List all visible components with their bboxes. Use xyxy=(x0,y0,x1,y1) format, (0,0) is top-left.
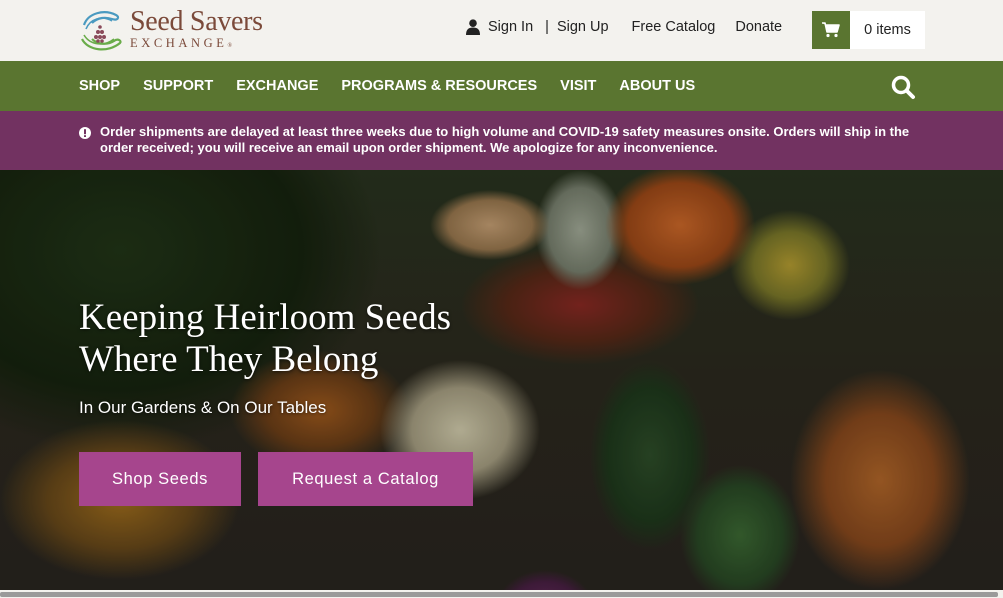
main-nav: SHOP SUPPORT EXCHANGE PROGRAMS & RESOURC… xyxy=(0,61,1003,111)
logo-subtitle: EXCHANGE® xyxy=(130,36,263,51)
nav-item-programs-resources[interactable]: PROGRAMS & RESOURCES xyxy=(341,78,537,94)
logo-subtitle-text: EXCHANGE xyxy=(130,36,228,50)
exclamation-circle-icon xyxy=(79,127,91,139)
hero-title-line-1: Keeping Heirloom Seeds xyxy=(79,297,451,338)
cart-count: 0 items xyxy=(850,11,925,49)
free-catalog-link[interactable]: Free Catalog xyxy=(632,19,716,35)
cart-icon-box xyxy=(812,11,850,49)
nav-item-visit[interactable]: VISIT xyxy=(560,78,596,94)
logo-hands-seeds-icon xyxy=(81,11,122,51)
cart-icon xyxy=(822,22,840,38)
sign-in-link[interactable]: Sign In xyxy=(488,19,533,35)
hero-subtitle: In Our Gardens & On Our Tables xyxy=(79,398,327,417)
search-icon[interactable] xyxy=(890,74,916,100)
donate-link[interactable]: Donate xyxy=(735,19,782,35)
registered-mark: ® xyxy=(227,43,233,49)
logo-title: Seed Savers xyxy=(130,6,263,37)
shipping-alert-banner: Order shipments are delayed at least thr… xyxy=(0,111,1003,170)
utility-links: Sign In | Sign Up Free Catalog Donate xyxy=(466,19,782,35)
request-catalog-button[interactable]: Request a Catalog xyxy=(258,452,473,506)
hero-title-line-2: Where They Belong xyxy=(79,339,379,380)
nav-item-support[interactable]: SUPPORT xyxy=(143,78,213,94)
shop-seeds-button[interactable]: Shop Seeds xyxy=(79,452,241,506)
site-logo[interactable]: Seed Savers EXCHANGE® xyxy=(78,4,268,56)
hero-title: Keeping Heirloom Seeds Where They Belong xyxy=(79,297,451,381)
hero-banner: Keeping Heirloom Seeds Where They Belong… xyxy=(0,170,1003,590)
nav-item-shop[interactable]: SHOP xyxy=(79,78,120,94)
site-header: Seed Savers EXCHANGE® Sign In | Sign Up … xyxy=(0,0,1003,61)
horizontal-scrollbar[interactable] xyxy=(0,592,998,597)
cart-button[interactable]: 0 items xyxy=(812,11,925,49)
link-separator: | xyxy=(545,19,549,35)
nav-item-about-us[interactable]: ABOUT US xyxy=(619,78,695,94)
alert-text: Order shipments are delayed at least thr… xyxy=(100,124,910,155)
user-icon xyxy=(466,19,480,35)
nav-item-exchange[interactable]: EXCHANGE xyxy=(236,78,318,94)
sign-up-link[interactable]: Sign Up xyxy=(557,19,609,35)
